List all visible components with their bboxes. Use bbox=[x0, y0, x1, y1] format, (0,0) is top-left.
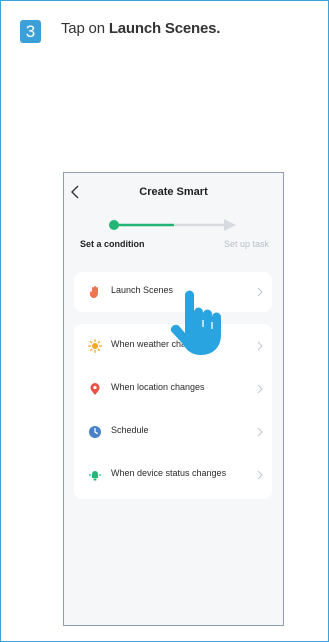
phone-screenshot: Create Smart Set a condition Set up task… bbox=[63, 172, 284, 626]
chevron-right-icon bbox=[257, 341, 263, 351]
sun-icon bbox=[88, 339, 102, 353]
chevron-right-icon bbox=[257, 384, 263, 394]
condition-label: Schedule bbox=[111, 425, 149, 435]
progress-end-arrow bbox=[224, 219, 236, 231]
condition-label: When device status changes bbox=[111, 468, 227, 478]
location-pin-icon bbox=[90, 383, 100, 395]
condition-row-schedule[interactable]: Schedule bbox=[74, 412, 272, 452]
condition-row-location[interactable]: When location changes bbox=[74, 369, 272, 409]
screen-title: Create Smart bbox=[139, 186, 208, 198]
progress-current-dot bbox=[109, 220, 119, 230]
step-label-next: Set up task bbox=[223, 239, 269, 249]
clock-icon bbox=[89, 426, 101, 438]
step-label-current: Set a condition bbox=[80, 239, 145, 249]
progress-stepper bbox=[109, 219, 236, 231]
launch-hand-icon bbox=[89, 286, 98, 298]
step-number-badge: 3 bbox=[20, 20, 41, 43]
instruction-text: Tap on Launch Scenes. bbox=[61, 20, 220, 37]
instruction-prefix: Tap on bbox=[61, 20, 109, 37]
condition-label: Launch Scenes bbox=[111, 285, 174, 295]
tap-pointer-icon bbox=[170, 290, 221, 355]
chevron-right-icon bbox=[257, 287, 263, 297]
chevron-right-icon bbox=[257, 470, 263, 480]
condition-row-device-status[interactable]: When device status changes bbox=[74, 455, 272, 495]
top-bar: Create Smart bbox=[64, 173, 283, 213]
condition-label: When location changes bbox=[111, 382, 205, 392]
chevron-right-icon bbox=[257, 427, 263, 437]
device-status-icon bbox=[89, 471, 101, 481]
instruction-emphasis: Launch Scenes. bbox=[108, 20, 221, 37]
